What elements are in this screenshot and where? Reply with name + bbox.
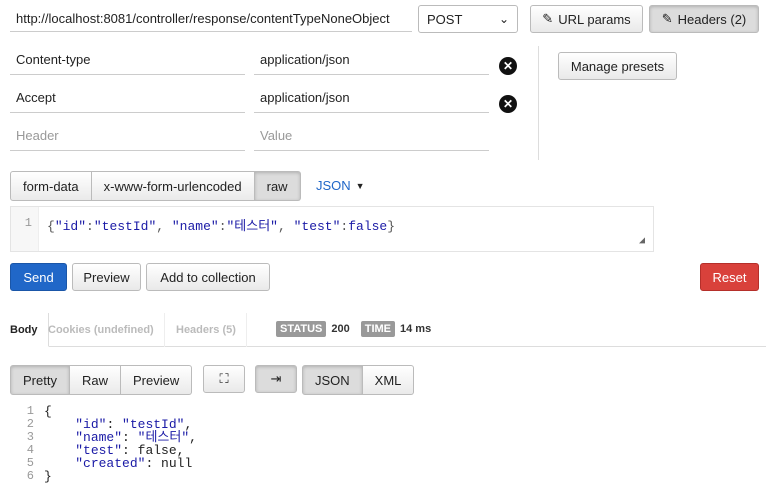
resize-handle-icon[interactable]: ◢ xyxy=(639,235,645,247)
response-line-gutter: 1 2 3 4 5 6 xyxy=(26,404,34,483)
header-key-placeholder[interactable]: Header xyxy=(10,121,245,151)
fullscreen-icon: ⛶ xyxy=(219,371,229,386)
send-button[interactable]: Send xyxy=(10,263,67,291)
request-body-code: {"id":"testId", "name":"테스터", "test":fal… xyxy=(47,219,396,234)
tab-form-data[interactable]: form-data xyxy=(10,171,92,201)
status-info: STATUS 200 TIME 14 ms xyxy=(276,321,431,337)
header-key-field[interactable]: Accept xyxy=(10,83,245,113)
response-body: 1 2 3 4 5 6 { "id": "testId", "name": "테… xyxy=(10,405,750,491)
divider xyxy=(538,46,539,160)
tab-raw[interactable]: raw xyxy=(254,171,301,201)
header-value-field[interactable]: application/json xyxy=(254,45,489,75)
header-value-placeholder[interactable]: Value xyxy=(254,121,489,151)
view-mode-tabs: Pretty Raw Preview xyxy=(10,365,193,395)
tab-urlencoded[interactable]: x-www-form-urlencoded xyxy=(91,171,255,201)
edit-icon: ✎ xyxy=(661,11,673,26)
url-input[interactable]: http://localhost:8081/controller/respons… xyxy=(10,6,412,32)
tab-raw-view[interactable]: Raw xyxy=(69,365,121,395)
status-badge: STATUS xyxy=(276,321,327,337)
tab-response-headers[interactable]: Headers (5) xyxy=(166,313,247,347)
header-value-field[interactable]: application/json xyxy=(254,83,489,113)
time-badge: TIME xyxy=(360,321,396,337)
body-type-tabs: form-data x-www-form-urlencoded raw xyxy=(10,171,301,201)
method-value: POST xyxy=(427,11,463,27)
time-value: 14 ms xyxy=(400,323,432,335)
preview-button[interactable]: Preview xyxy=(72,263,141,291)
add-to-collection-button[interactable]: Add to collection xyxy=(146,263,270,291)
status-value: 200 xyxy=(331,323,350,335)
tab-json[interactable]: JSON xyxy=(302,365,363,395)
method-select[interactable]: POST ⌄ xyxy=(418,5,518,33)
tab-cookies[interactable]: Cookies (undefined) xyxy=(38,313,165,347)
fullscreen-button[interactable]: ⛶ xyxy=(203,365,245,393)
response-code: { "id": "testId", "name": "테스터", "test":… xyxy=(44,404,197,484)
tab-pretty[interactable]: Pretty xyxy=(10,365,70,395)
format-mode-tabs: JSON XML xyxy=(302,365,415,395)
wrap-button[interactable]: ⇥ xyxy=(255,365,297,393)
url-params-button[interactable]: ✎ URL params xyxy=(530,5,643,33)
manage-presets-button[interactable]: Manage presets xyxy=(558,52,677,80)
body-format-dropdown[interactable]: JSON ▼ xyxy=(316,178,365,193)
reset-button[interactable]: Reset xyxy=(700,263,759,291)
tab-preview-view[interactable]: Preview xyxy=(120,365,193,395)
headers-button[interactable]: ✎ Headers (2) xyxy=(649,5,759,33)
request-body-editor[interactable]: 1 {"id":"testId", "name":"테스터", "test":f… xyxy=(10,206,654,252)
line-gutter: 1 xyxy=(11,207,39,251)
edit-icon: ✎ xyxy=(542,11,554,26)
close-circle-icon[interactable]: ✕ xyxy=(499,95,517,113)
header-key-field[interactable]: Content-type xyxy=(10,45,245,75)
wrap-icon: ⇥ xyxy=(270,371,282,386)
tab-xml[interactable]: XML xyxy=(362,365,415,395)
caret-down-icon: ▼ xyxy=(355,180,365,191)
chevron-down-icon: ⌄ xyxy=(498,12,509,26)
close-circle-icon[interactable]: ✕ xyxy=(499,57,517,75)
